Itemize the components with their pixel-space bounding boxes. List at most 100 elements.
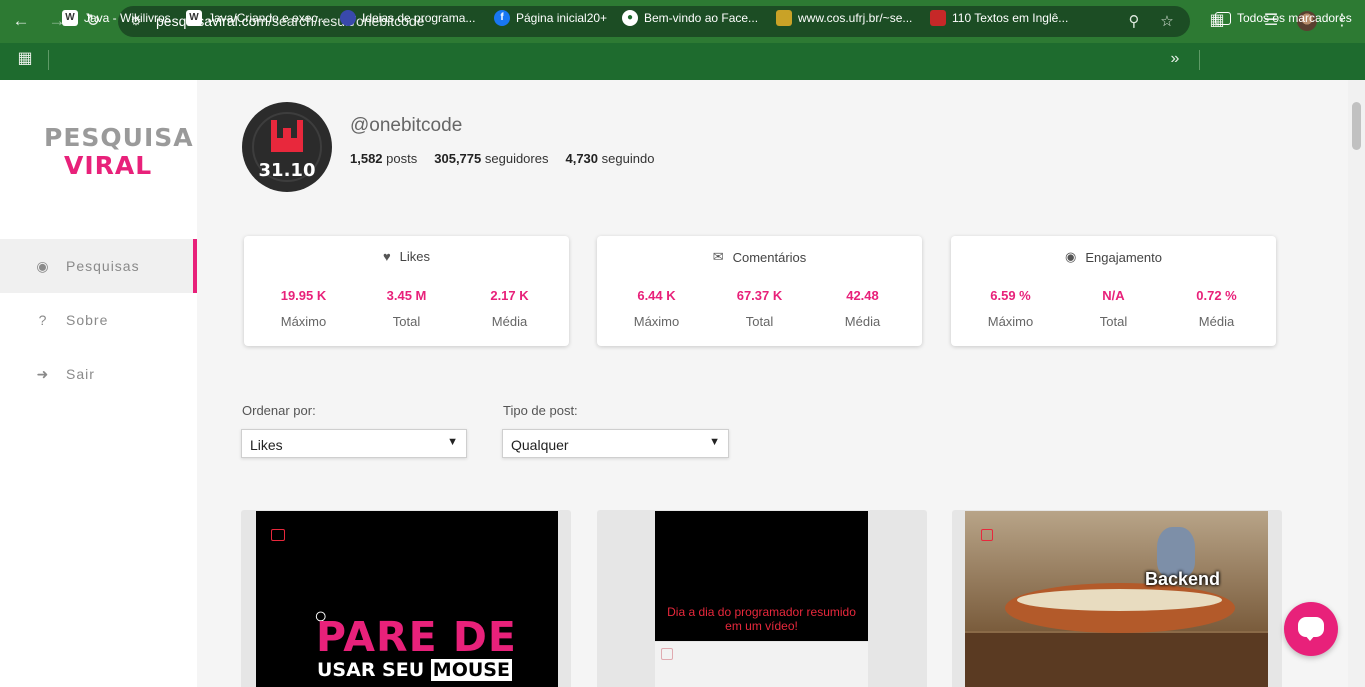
all-bookmarks[interactable]: Todos os marcadores [1215, 9, 1352, 27]
posts-label: posts [386, 151, 418, 166]
followers-label: seguidores [484, 151, 549, 166]
sidebar-item-pesquisas[interactable]: ◉ Pesquisas [0, 239, 197, 293]
metric-value: 6.44 K [637, 288, 676, 303]
star-icon[interactable]: ☆ [1158, 13, 1176, 30]
back-icon[interactable]: ← [10, 10, 32, 32]
bookmark-separator [1199, 50, 1200, 70]
bookmark-label: www.cos.ufrj.br/~se... [798, 11, 913, 25]
sidebar: PESQUISA VIRAL ◉ Pesquisas ? Sobre ➜ Sai… [0, 80, 197, 687]
heart-icon: ♥ [382, 249, 391, 264]
likes-card: ♥ Likes 19.95 K Máximo 3.45 M Total 2.17 K M… [244, 236, 569, 346]
sign-out-icon: ➜ [36, 366, 50, 382]
logo-line2: VIRAL [64, 151, 153, 180]
profile-stats: 1,582 posts 305,775 seguidores 4,730 seg… [350, 151, 654, 166]
sidebar-item-label: Sair [66, 366, 95, 382]
bookmark-3[interactable]: f Página inicial20+ [494, 9, 607, 27]
globe-icon: ● [622, 10, 638, 26]
metric: 6.44 K Máximo [605, 288, 708, 329]
bookmark-2[interactable]: Ideias de programa... [340, 9, 475, 27]
apps-grid-icon[interactable]: ▦ [14, 48, 36, 70]
posts-count: 1,582 [350, 151, 383, 166]
card-title-text: Comentários [732, 249, 807, 265]
post-subline-b: MOUSE [430, 659, 512, 681]
chat-button[interactable] [1284, 602, 1338, 656]
facebook-icon: f [494, 10, 510, 26]
post-card[interactable]: Backend [952, 510, 1282, 687]
scroll-thumb[interactable] [1352, 102, 1361, 150]
main-content: 31.10 @onebitcode 1,582 posts 305,775 se… [197, 80, 1365, 687]
card-title: ♥ Likes [244, 249, 569, 264]
question-circle-icon: ? [38, 312, 48, 328]
metric-value: 2.17 K [490, 288, 529, 303]
profile-avatar: 31.10 [242, 102, 332, 192]
metric-value: 42.48 [846, 288, 879, 303]
bookmarks-bar [0, 43, 1365, 80]
post-caption: Backend [1145, 569, 1221, 589]
metric-label: Média [491, 314, 528, 329]
avatar-text: 31.10 [258, 160, 316, 181]
posts-stat: 1,582 posts [350, 151, 417, 166]
bookmark-5[interactable]: www.cos.ufrj.br/~se... [776, 9, 912, 27]
site-icon [776, 10, 792, 26]
browser-chrome: ← → ↻ ⚙ pesquisaviral.com/search/result/… [0, 0, 1365, 80]
zoom-icon[interactable]: ⚲ [1125, 13, 1143, 30]
metric-label: Máximo [280, 314, 327, 329]
sort-select[interactable]: Likes ▼ [241, 429, 467, 458]
bookmark-label: Bem-vindo ao Face... [644, 11, 759, 25]
post-headline: PARE DE [316, 613, 517, 661]
logo[interactable]: PESQUISA VIRAL [44, 123, 194, 180]
bookmark-0[interactable]: W Java - Wikilivros [62, 9, 171, 27]
profile-handle: @onebitcode [350, 115, 463, 136]
more-bookmarks-icon[interactable]: » [1164, 48, 1186, 70]
post-subline-a: USAR SEU [317, 659, 425, 681]
metric: N/A Total [1062, 288, 1165, 329]
bookmark-6[interactable]: 110 Textos em Inglê... [930, 9, 1068, 27]
logo-line1: PESQUISA [44, 123, 194, 152]
soup-shape [1017, 589, 1222, 611]
page-scrollbar[interactable] [1348, 80, 1365, 687]
post-card[interactable]: Dia a dia do programador resumido em um … [597, 510, 927, 687]
following-count: 4,730 [565, 151, 599, 166]
chevron-down-icon: ▼ [709, 436, 720, 448]
bookmark-label: Ideias de programa... [362, 11, 476, 25]
metric-value: 67.37 K [736, 288, 783, 303]
sidebar-item-label: Pesquisas [66, 258, 140, 274]
metric-value: N/A [1102, 288, 1125, 303]
metric-label: Total [392, 314, 421, 329]
metric: 0.72 % Média [1165, 288, 1268, 329]
metric-label: Total [745, 314, 774, 329]
post-image: Dia a dia do programador resumido em um … [655, 511, 868, 641]
metric-label: Máximo [633, 314, 680, 329]
site-icon [340, 10, 356, 26]
post-image: Backend [965, 511, 1268, 687]
metric-label: Máximo [987, 314, 1034, 329]
post-subline: USAR SEU MOUSE [317, 659, 512, 681]
wikibooks-icon: W [186, 10, 202, 26]
bookmark-label: Java - Wikilivros [84, 11, 171, 25]
followers-stat: 305,775 seguidores [434, 151, 548, 166]
users-icon: ◉ [36, 258, 50, 274]
post-card[interactable]: ○ PARE DE USAR SEU MOUSE [241, 510, 571, 687]
brand-icon [271, 529, 285, 541]
metric: 19.95 K Máximo [252, 288, 355, 329]
chat-icon-tail [1304, 634, 1316, 641]
sidebar-item-label: Sobre [66, 312, 109, 328]
sidebar-item-sobre[interactable]: ? Sobre [0, 293, 197, 347]
site-icon [930, 10, 946, 26]
brand-icon [661, 648, 673, 660]
chevron-down-icon: ▼ [447, 436, 458, 448]
post-caption: Dia a dia do programador resumido em um … [667, 605, 856, 633]
bookmark-label: Página inicial20+ [516, 11, 608, 25]
bookmark-4[interactable]: ● Bem-vindo ao Face... [622, 9, 758, 27]
followers-count: 305,775 [434, 151, 482, 166]
bookmark-label: Java/Criando e exec... [208, 11, 328, 25]
metric: 3.45 M Total [355, 288, 458, 329]
metric-label: Média [844, 314, 881, 329]
card-title-text: Likes [399, 249, 431, 264]
metric-value: 6.59 % [990, 288, 1031, 303]
bookmark-1[interactable]: W Java/Criando e exec... [186, 9, 327, 27]
type-select[interactable]: Qualquer ▼ [502, 429, 729, 458]
engagement-card: ◉ Engajamento 6.59 % Máximo N/A Total 0.72 … [951, 236, 1276, 346]
comments-card: ✉ Comentários 6.44 K Máximo 67.37 K Total 4… [597, 236, 922, 346]
sidebar-item-sair[interactable]: ➜ Sair [0, 347, 197, 401]
